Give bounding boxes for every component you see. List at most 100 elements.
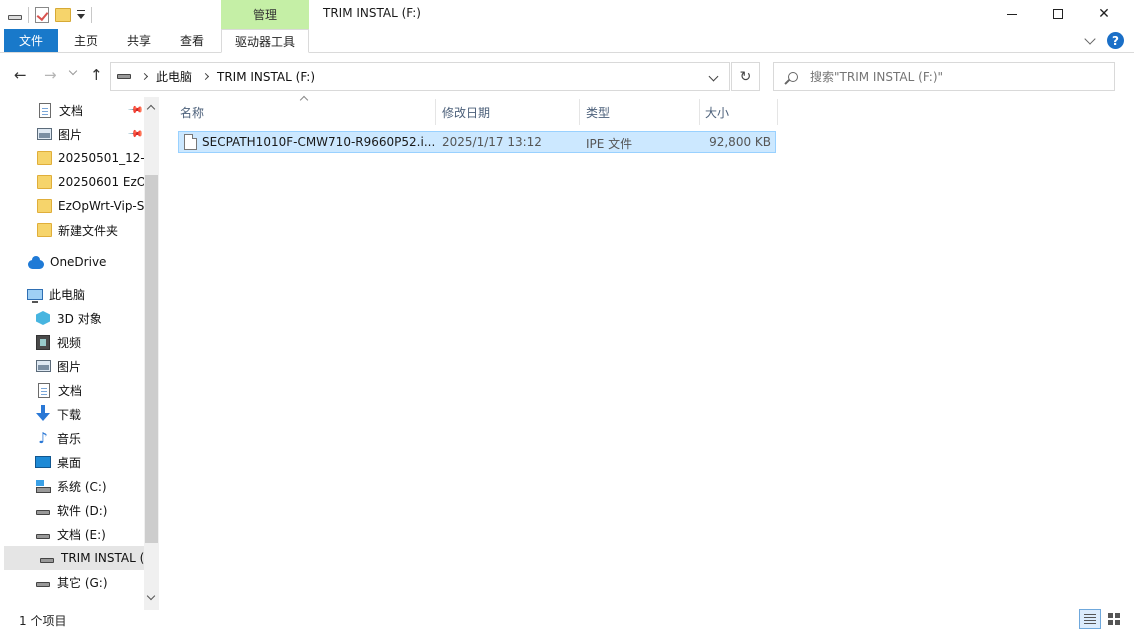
chevron-right-icon[interactable]	[140, 72, 149, 81]
scrollbar-thumb[interactable]	[145, 175, 158, 543]
forward-button[interactable]: →	[44, 66, 57, 84]
sidebar-item-label: 其它 (G:)	[57, 575, 108, 590]
column-header-type[interactable]: 类型	[586, 97, 610, 127]
video-icon	[35, 334, 51, 350]
sidebar-item-3d-objects[interactable]: 3D 对象	[0, 306, 144, 330]
sidebar-item-desktop[interactable]: 桌面	[0, 450, 144, 474]
breadcrumb-this-pc[interactable]: 此电脑	[156, 68, 192, 85]
sidebar-item-label: 文档 (E:)	[57, 527, 106, 542]
onedrive-cloud-icon	[28, 254, 44, 270]
tab-home[interactable]: 主页	[60, 29, 112, 52]
picture-icon	[36, 126, 52, 142]
file-name: SECPATH1010F-CMW710-R9660P52.i...	[202, 135, 436, 149]
folder-icon	[36, 150, 52, 166]
document-icon	[36, 382, 52, 398]
recent-locations-chevron-icon[interactable]	[68, 66, 78, 76]
picture-icon	[35, 358, 51, 374]
breadcrumb-current-drive[interactable]: TRIM INSTAL (F:)	[217, 70, 315, 84]
sort-ascending-icon	[299, 95, 309, 105]
window-title: TRIM INSTAL (F:)	[323, 6, 421, 20]
tab-view[interactable]: 查看	[166, 29, 218, 52]
sidebar-item-videos[interactable]: 视频	[0, 330, 144, 354]
drive-icon	[35, 526, 51, 542]
sidebar-item-pictures[interactable]: 图片	[0, 354, 144, 378]
sidebar-item-drive-g[interactable]: 其它 (G:)	[0, 570, 144, 594]
folder-icon	[36, 222, 52, 238]
sidebar-item-label: 20250601 EzOp	[58, 175, 144, 189]
drive-icon	[117, 74, 131, 79]
customize-toolbar-icon[interactable]	[77, 9, 85, 19]
sidebar-item-label: 下载	[57, 407, 82, 422]
sidebar-item-documents[interactable]: 文档	[0, 378, 144, 402]
manage-contextual-tab[interactable]: 管理	[221, 0, 309, 29]
status-bar: 1 个项目	[0, 608, 1134, 630]
details-view-button[interactable]	[1079, 609, 1101, 629]
column-divider[interactable]	[579, 99, 580, 125]
address-bar[interactable]: 此电脑 TRIM INSTAL (F:)	[110, 62, 730, 91]
sidebar-item-drive-c[interactable]: 系统 (C:)	[0, 474, 144, 498]
search-box[interactable]	[773, 62, 1115, 91]
column-divider[interactable]	[435, 99, 436, 125]
pin-icon[interactable]: 📌	[127, 126, 144, 143]
sidebar-scrollbar[interactable]	[144, 97, 159, 610]
minimize-icon	[1007, 13, 1017, 15]
expand-ribbon-icon[interactable]	[1084, 33, 1096, 45]
refresh-button[interactable]: ↻	[731, 62, 760, 91]
sidebar-item-label: 音乐	[57, 431, 82, 446]
sidebar-item-music[interactable]: ♪ 音乐	[0, 426, 144, 450]
sidebar-item-label: EzOpWrt-Vip-S	[58, 199, 144, 213]
scroll-down-icon[interactable]	[146, 591, 156, 601]
sidebar-item-folder[interactable]: 20250501_12-E	[0, 146, 144, 170]
back-button[interactable]: ←	[14, 66, 27, 84]
column-header-modified[interactable]: 修改日期	[442, 97, 490, 127]
pin-icon[interactable]: 📌	[127, 102, 144, 119]
chevron-right-icon[interactable]	[201, 72, 210, 81]
maximize-icon	[1053, 9, 1063, 19]
sidebar-item-onedrive[interactable]: OneDrive	[0, 250, 144, 274]
sidebar-item-downloads[interactable]: 下载	[0, 402, 144, 426]
tab-file[interactable]: 文件	[4, 29, 58, 52]
minimize-button[interactable]	[989, 0, 1035, 28]
help-icon[interactable]: ?	[1107, 32, 1124, 49]
close-button[interactable]: ✕	[1081, 0, 1127, 28]
sidebar-item-label: 系统 (C:)	[57, 479, 107, 494]
system-drive-icon	[35, 478, 51, 494]
sidebar-item-this-pc[interactable]: 此电脑	[0, 282, 144, 306]
sidebar-item-documents-pinned[interactable]: 文档 📌	[0, 98, 144, 122]
large-icons-view-button[interactable]	[1103, 609, 1125, 629]
sidebar-item-drive-f[interactable]: TRIM INSTAL (	[4, 546, 144, 570]
music-icon: ♪	[38, 429, 48, 447]
scroll-up-icon[interactable]	[146, 104, 156, 114]
sidebar-item-folder[interactable]: 新建文件夹	[0, 218, 144, 242]
sidebar-item-drive-d[interactable]: 软件 (D:)	[0, 498, 144, 522]
column-header-name[interactable]: 名称	[180, 97, 204, 127]
toolbar-divider	[28, 7, 29, 23]
up-button[interactable]: ↑	[90, 66, 103, 84]
search-input[interactable]	[810, 69, 1110, 84]
address-dropdown-icon[interactable]	[708, 71, 719, 82]
sidebar-item-drive-e[interactable]: 文档 (E:)	[0, 522, 144, 546]
file-size: 92,800 KB	[709, 135, 771, 149]
tab-share[interactable]: 共享	[114, 29, 164, 52]
sidebar-item-folder[interactable]: 20250601 EzOp	[0, 170, 144, 194]
details-view-icon	[1084, 614, 1096, 624]
sidebar-item-label: TRIM INSTAL (	[61, 551, 144, 565]
properties-icon[interactable]	[35, 7, 49, 23]
file-list: 名称 修改日期 类型 大小 SECPATH1010F-CMW710-R9660P…	[162, 95, 1134, 610]
sidebar-item-folder[interactable]: EzOpWrt-Vip-S	[0, 194, 144, 218]
navigation-bar: ← → ↑ 此电脑 TRIM INSTAL (F:) ↻	[0, 56, 1134, 96]
new-folder-icon[interactable]	[55, 8, 71, 22]
table-row[interactable]: SECPATH1010F-CMW710-R9660P52.i... 2025/1…	[178, 131, 776, 153]
column-divider[interactable]	[699, 99, 700, 125]
document-icon	[37, 102, 53, 118]
maximize-button[interactable]	[1035, 0, 1081, 28]
column-header-size[interactable]: 大小	[705, 97, 729, 127]
sidebar-item-label: 20250501_12-E	[58, 151, 144, 165]
column-divider[interactable]	[777, 99, 778, 125]
tab-drive-tools[interactable]: 驱动器工具	[221, 29, 309, 53]
drive-icon	[35, 502, 51, 518]
download-icon	[35, 405, 51, 422]
sidebar-item-pictures-pinned[interactable]: 图片 📌	[0, 122, 144, 146]
folder-icon	[36, 198, 52, 214]
sidebar-item-label: 文档	[58, 383, 83, 398]
